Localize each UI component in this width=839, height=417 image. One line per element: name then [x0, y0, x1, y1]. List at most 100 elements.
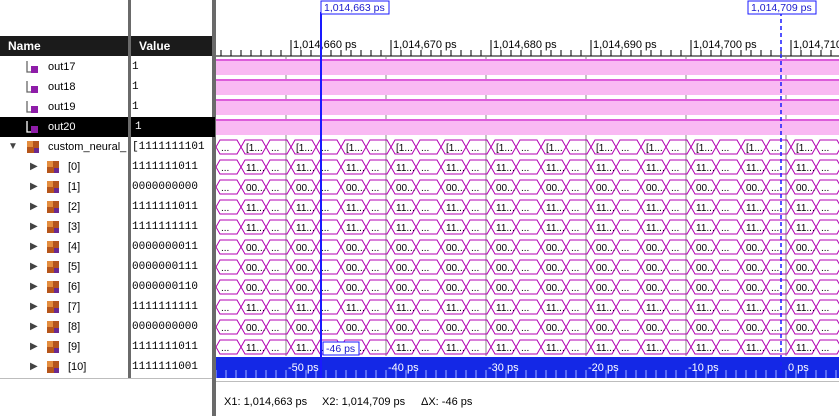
bus-segment-label: ... [821, 223, 829, 234]
expand-arrow-icon[interactable]: ▶ [30, 197, 38, 217]
bus-segment-label: [1... [746, 143, 763, 154]
expand-arrow-icon[interactable]: ▶ [30, 337, 38, 357]
bus-segment-label: ... [271, 203, 279, 214]
bus-segment-label: 00... [446, 263, 465, 274]
bus-segment-label: 11... [696, 343, 715, 354]
bus-segment-label: ... [721, 203, 729, 214]
signal-name-row[interactable]: out20 [0, 117, 128, 137]
bus-segment-label: 11... [596, 303, 615, 314]
bus-segment-label: 00... [296, 323, 315, 334]
bus-signal-icon [47, 161, 59, 173]
delta-label-box: -46 ps [326, 343, 355, 355]
bus-segment-label: ... [721, 163, 729, 174]
signal-value: 1 [132, 61, 139, 73]
bus-segment-label: ... [771, 143, 779, 154]
bus-segment-label: ... [571, 203, 579, 214]
bus-segment-label: ... [771, 303, 779, 314]
bus-segment-label: ... [471, 143, 479, 154]
signal-value: 0000000011 [132, 241, 199, 253]
ruler-label: 1,014,710 [793, 39, 839, 51]
bus-segment-label: ... [571, 283, 579, 294]
bus-segment-label: 11... [346, 223, 365, 234]
signal-name-row[interactable]: out17 [0, 57, 128, 77]
bus-segment-label: ... [621, 223, 629, 234]
bus-segment-label: 00... [546, 183, 565, 194]
expand-arrow-icon[interactable]: ▶ [30, 297, 38, 317]
signal-name-row[interactable]: ▶ [4] [0, 237, 128, 257]
bus-segment-label: 11... [296, 203, 315, 214]
bus-segment-label: ... [321, 223, 329, 234]
signal-name-row[interactable]: ▶ [6] [0, 277, 128, 297]
bus-segment-label: ... [571, 163, 579, 174]
bus-segment-label: 11... [796, 343, 815, 354]
bus-segment-label: ... [271, 163, 279, 174]
bus-segment-label: 00... [546, 323, 565, 334]
signal-name-row[interactable]: ▶ [5] [0, 257, 128, 277]
bus-segment-label: 11... [496, 163, 515, 174]
bus-segment-label: ... [671, 283, 679, 294]
bus-segment-label: 00... [446, 243, 465, 254]
bus-segment-label: ... [421, 143, 429, 154]
signal-name-row[interactable]: out18 [0, 77, 128, 97]
bus-segment-label: ... [321, 243, 329, 254]
value-header[interactable]: Value [131, 36, 212, 56]
signal-name-row[interactable]: ▶ [0] [0, 157, 128, 177]
bus-segment-label: ... [671, 163, 679, 174]
bus-segment-label: ... [771, 163, 779, 174]
expand-arrow-icon[interactable]: ▶ [30, 237, 38, 257]
bus-segment-label: 00... [596, 323, 615, 334]
ruler-label: 1,014,670 ps [393, 39, 457, 51]
signal-name: [7] [68, 301, 81, 313]
bus-segment-label: 00... [246, 263, 265, 274]
signal-name-row[interactable]: ▶ [3] [0, 217, 128, 237]
bus-segment-label: ... [221, 183, 229, 194]
bus-segment-label: 00... [296, 263, 315, 274]
bus-segment-label: ... [671, 203, 679, 214]
signal-name-row[interactable]: ▶ [1] [0, 177, 128, 197]
bus-segment-label: 11... [796, 223, 815, 234]
column-divider[interactable] [128, 0, 131, 416]
bus-segment-label: ... [621, 203, 629, 214]
collapse-arrow-icon[interactable]: ▼ [8, 137, 18, 157]
bus-segment-label: ... [221, 283, 229, 294]
expand-arrow-icon[interactable]: ▶ [30, 217, 38, 237]
signal-name-row[interactable]: ▶ [8] [0, 317, 128, 337]
bus-segment-label: 11... [796, 303, 815, 314]
waveform-canvas[interactable]: 1,014,660 ps 1,014,670 ps 1,014,680 ps 1,01… [216, 0, 839, 378]
bus-segment-label: 00... [346, 183, 365, 194]
bus-segment-label: [1... [246, 143, 263, 154]
bus-signal-icon [47, 241, 59, 253]
bus-segment-label: [1... [696, 143, 713, 154]
bus-segment-label: 00... [746, 243, 765, 254]
expand-arrow-icon[interactable]: ▶ [30, 357, 38, 377]
signal-name-row[interactable]: ▶ [7] [0, 297, 128, 317]
bus-segment-label: 00... [546, 283, 565, 294]
signal-value: 1111111111 [132, 221, 199, 233]
bus-segment-label: 11... [696, 203, 715, 214]
bus-segment-label: 11... [446, 203, 465, 214]
signal-name-row[interactable]: out19 [0, 97, 128, 117]
bus-segment-label: 11... [546, 203, 565, 214]
expand-arrow-icon[interactable]: ▶ [30, 157, 38, 177]
expand-arrow-icon[interactable]: ▶ [30, 317, 38, 337]
bus-segment-label: 11... [446, 163, 465, 174]
bus-segment-label: 00... [796, 183, 815, 194]
bus-segment-label: ... [771, 243, 779, 254]
signal-name-row[interactable]: ▶ [10] [0, 357, 128, 377]
signal-name-row[interactable]: ▼ custom_neural_ [0, 137, 128, 157]
expand-arrow-icon[interactable]: ▶ [30, 277, 38, 297]
bus-segment-label: ... [621, 143, 629, 154]
waveform-panel[interactable]: 1,014,660 ps 1,014,670 ps 1,014,680 ps 1,01… [216, 0, 839, 378]
bus-segment-label: ... [671, 223, 679, 234]
signal-name-row[interactable]: ▶ [9] [0, 337, 128, 357]
expand-arrow-icon[interactable]: ▶ [30, 177, 38, 197]
bus-segment-label: ... [421, 263, 429, 274]
bus-segment-label: 11... [696, 163, 715, 174]
signal-name-row[interactable]: ▶ [2] [0, 197, 128, 217]
signal-name: [9] [68, 341, 81, 353]
bus-segment-label: ... [371, 343, 379, 354]
name-header[interactable]: Name [0, 36, 128, 56]
delta-label: -10 ps [688, 362, 719, 374]
expand-arrow-icon[interactable]: ▶ [30, 257, 38, 277]
bus-segment-label: ... [671, 143, 679, 154]
